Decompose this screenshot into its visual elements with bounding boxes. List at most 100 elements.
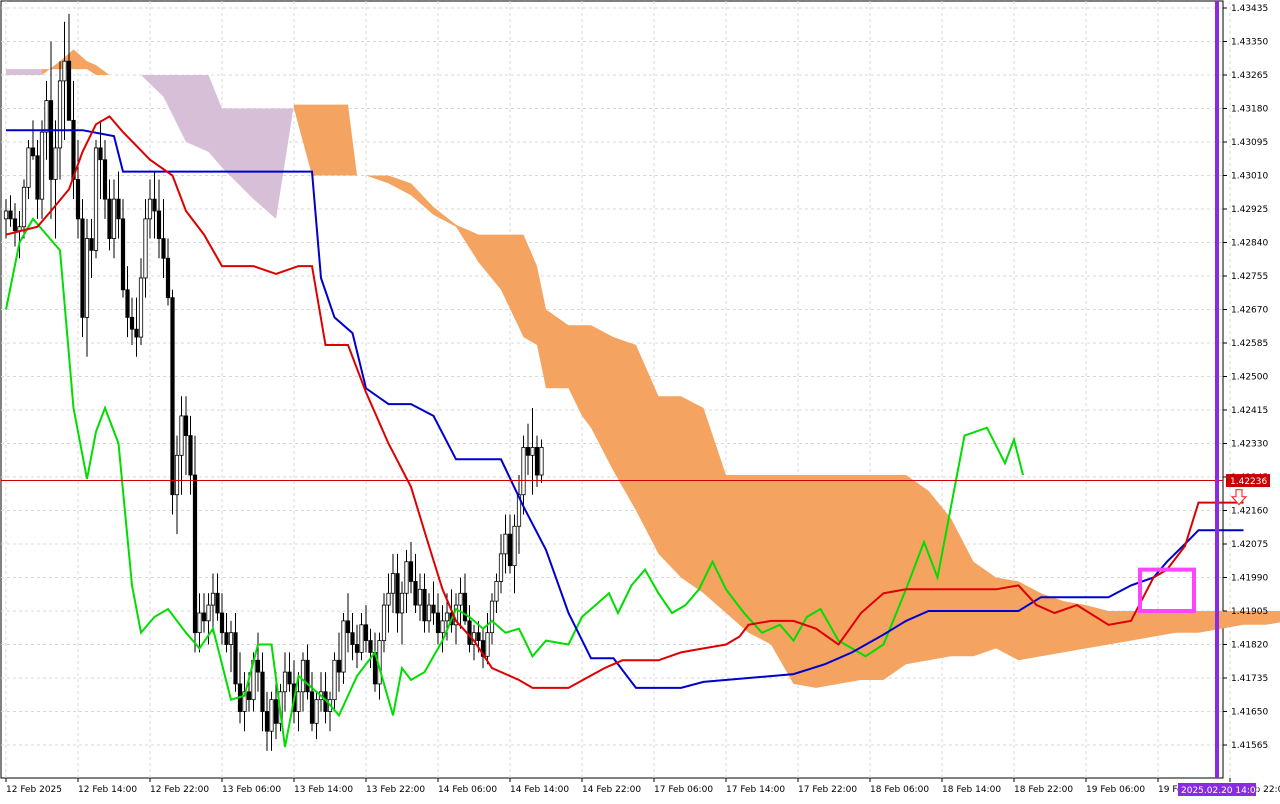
kumo-bull-segment (1041, 593, 1064, 657)
ichimoku-price-chart[interactable]: 1.43435 1.43350 1.43265 1.43180 1.43095 1.430… (0, 0, 1280, 800)
kumo-bull-segment (658, 396, 681, 578)
bull-candle (84, 238, 90, 318)
bull-candle (314, 699, 319, 724)
bear-candle (287, 671, 292, 685)
price-tick-label: 1.41735 (1231, 674, 1268, 684)
bear-candle (89, 238, 94, 251)
bear-candle (507, 533, 513, 567)
price-tick-label: 1.43180 (1231, 105, 1268, 115)
bear-candle (8, 210, 13, 220)
bull-candle (359, 624, 364, 653)
price-tick-label: 1.43350 (1231, 38, 1268, 48)
bear-candle (431, 604, 436, 614)
time-tick-label: 12 Feb 2025 (6, 785, 62, 795)
time-tick-label: 17 Feb 22:00 (798, 785, 857, 795)
bear-candle (48, 100, 54, 180)
bull-candle (332, 659, 337, 701)
bull-candle (485, 632, 490, 657)
kumo-bull-segment (973, 561, 996, 657)
time-tick-label: 12 Feb 14:00 (78, 785, 137, 795)
bear-candle (30, 147, 36, 157)
bull-candle (530, 447, 535, 456)
bull-candle (539, 447, 544, 476)
bear-candle (462, 592, 468, 622)
bear-candle (66, 60, 72, 121)
kumo-bull-segment (793, 475, 816, 688)
bull-candle (399, 592, 405, 614)
bull-candle (197, 612, 202, 634)
bear-candle (152, 198, 157, 212)
chart-canvas[interactable]: 1.43435 1.43350 1.43265 1.43180 1.43095 1.430… (0, 0, 1280, 800)
time-tick-label: 18 Feb 06:00 (870, 785, 929, 795)
current-price-label: 1.42236 (1230, 477, 1267, 487)
price-tick-label: 1.42160 (1231, 507, 1268, 517)
bear-candle (134, 328, 139, 338)
bull-candle (143, 218, 148, 279)
bull-candle (521, 447, 526, 496)
bear-candle (435, 612, 441, 634)
bull-candle (147, 198, 153, 220)
bull-candle (269, 699, 274, 732)
price-tick-label: 1.43435 (1231, 4, 1268, 14)
bull-candle (440, 620, 445, 634)
bear-candle (264, 711, 270, 732)
price-tick-label: 1.43265 (1231, 71, 1268, 81)
bull-candle (21, 186, 27, 228)
kumo-bull-segment (861, 475, 884, 680)
price-tick-label: 1.42330 (1231, 440, 1268, 450)
kumo-bear-segment (6, 69, 42, 75)
bull-candle (444, 612, 450, 622)
bull-candle (3, 210, 9, 220)
bull-candle (512, 525, 517, 567)
price-tick-label: 1.43010 (1231, 172, 1268, 182)
bull-candle (93, 147, 99, 251)
price-tick-label: 1.41565 (1231, 741, 1268, 751)
time-axis[interactable]: 12 Feb 2025 12 Feb 14:00 12 Feb 22:00 13 Fe… (5, 778, 1280, 795)
bear-candle (422, 588, 427, 622)
kumo-bull-segment (1108, 611, 1131, 645)
kumo-bull-segment (928, 490, 951, 661)
bull-candle (179, 415, 184, 456)
bull-candle (390, 573, 396, 594)
price-tick-label: 1.41820 (1231, 641, 1268, 651)
price-tick-label: 1.42500 (1231, 373, 1268, 383)
kumo-bull-segment (582, 325, 591, 428)
bear-candle (345, 620, 351, 634)
kumo-bull-segment (883, 475, 906, 680)
bear-candle (219, 612, 225, 634)
kumo-bull-segment (748, 475, 771, 645)
kumo-bull-segment (906, 475, 929, 665)
bear-candle (309, 691, 315, 724)
bear-candle (233, 632, 238, 685)
price-tick-label: 1.42925 (1231, 205, 1268, 215)
bear-candle (534, 447, 540, 476)
kumo-bull-segment (681, 396, 704, 594)
bear-candle (413, 581, 418, 606)
price-tick-label: 1.42585 (1231, 339, 1268, 349)
bear-candle (476, 632, 481, 641)
bull-candle (494, 581, 499, 602)
bear-candle (395, 573, 400, 614)
bear-candle (120, 218, 126, 291)
time-tick-label: 13 Feb 22:00 (366, 785, 425, 795)
bear-candle (75, 179, 81, 220)
bull-candle (489, 600, 495, 634)
bear-candle (129, 316, 135, 330)
price-tick-label: 1.42755 (1231, 272, 1268, 282)
bear-candle (467, 620, 472, 645)
bear-candle (336, 659, 342, 673)
bear-candle (102, 159, 108, 200)
time-tick-label: 14 Feb 14:00 (510, 785, 569, 795)
time-tick-label: 13 Feb 06:00 (222, 785, 281, 795)
time-tick-label: 19 Feb 06:00 (1086, 785, 1145, 795)
price-tick-label: 1.41990 (1231, 574, 1268, 584)
bear-candle (188, 435, 193, 476)
bear-candle (183, 415, 189, 437)
price-tick-label: 1.43095 (1231, 138, 1268, 148)
price-tick-label: 1.42840 (1231, 239, 1268, 249)
bull-candle (228, 632, 234, 645)
kumo-bull-segment (1176, 611, 1199, 633)
bear-candle (350, 632, 355, 645)
bull-candle (300, 659, 306, 693)
bull-candle (62, 60, 67, 82)
